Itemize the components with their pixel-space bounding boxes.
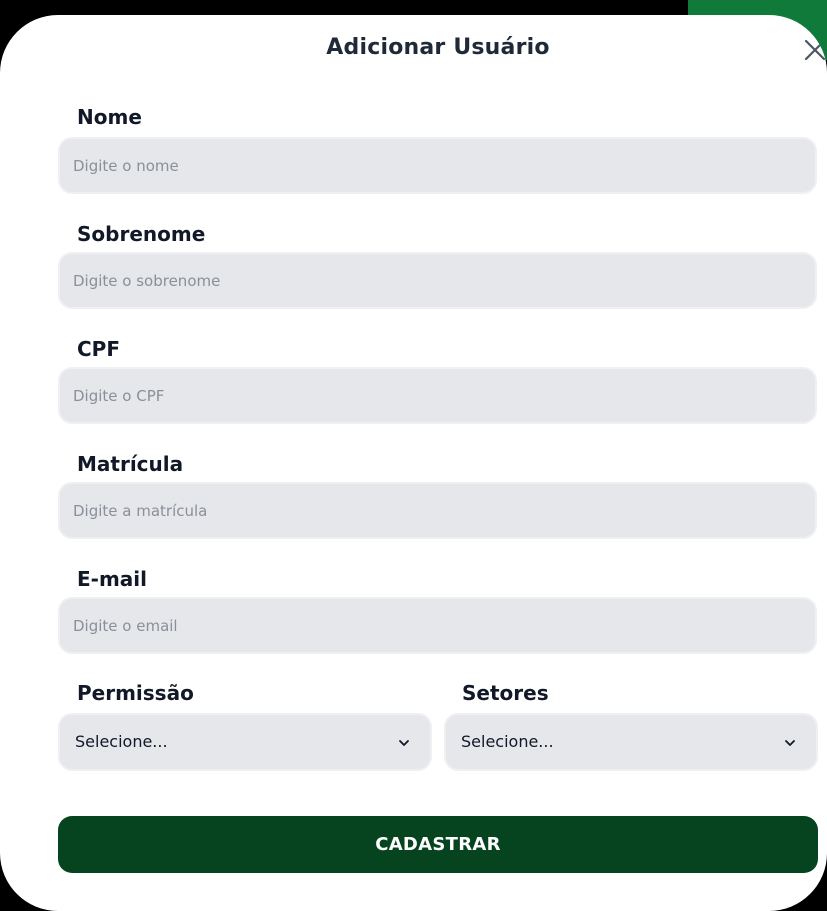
sobrenome-input[interactable]	[58, 252, 817, 309]
chevron-down-icon	[399, 740, 409, 746]
email-input[interactable]	[58, 597, 817, 654]
permissao-select[interactable]: Selecione...	[58, 713, 432, 771]
chevron-down-icon	[785, 740, 795, 746]
close-icon	[804, 39, 826, 61]
setores-selected-value: Selecione...	[461, 732, 554, 751]
matricula-label: Matrícula	[77, 452, 184, 476]
nome-label: Nome	[77, 105, 142, 129]
matricula-input[interactable]	[58, 482, 817, 539]
permissao-label: Permissão	[77, 681, 194, 705]
add-user-modal: Adicionar Usuário Nome Sobrenome CPF Mat…	[0, 15, 827, 911]
close-button[interactable]	[800, 35, 827, 65]
sobrenome-label: Sobrenome	[77, 222, 206, 246]
cadastrar-button[interactable]: CADASTRAR	[58, 816, 818, 873]
nome-input[interactable]	[58, 137, 817, 194]
cpf-label: CPF	[77, 337, 120, 361]
modal-title: Adicionar Usuário	[326, 35, 550, 60]
cpf-input[interactable]	[58, 367, 817, 424]
permissao-selected-value: Selecione...	[75, 732, 168, 751]
setores-label: Setores	[462, 681, 549, 705]
setores-select[interactable]: Selecione...	[444, 713, 818, 771]
email-label: E-mail	[77, 567, 148, 591]
